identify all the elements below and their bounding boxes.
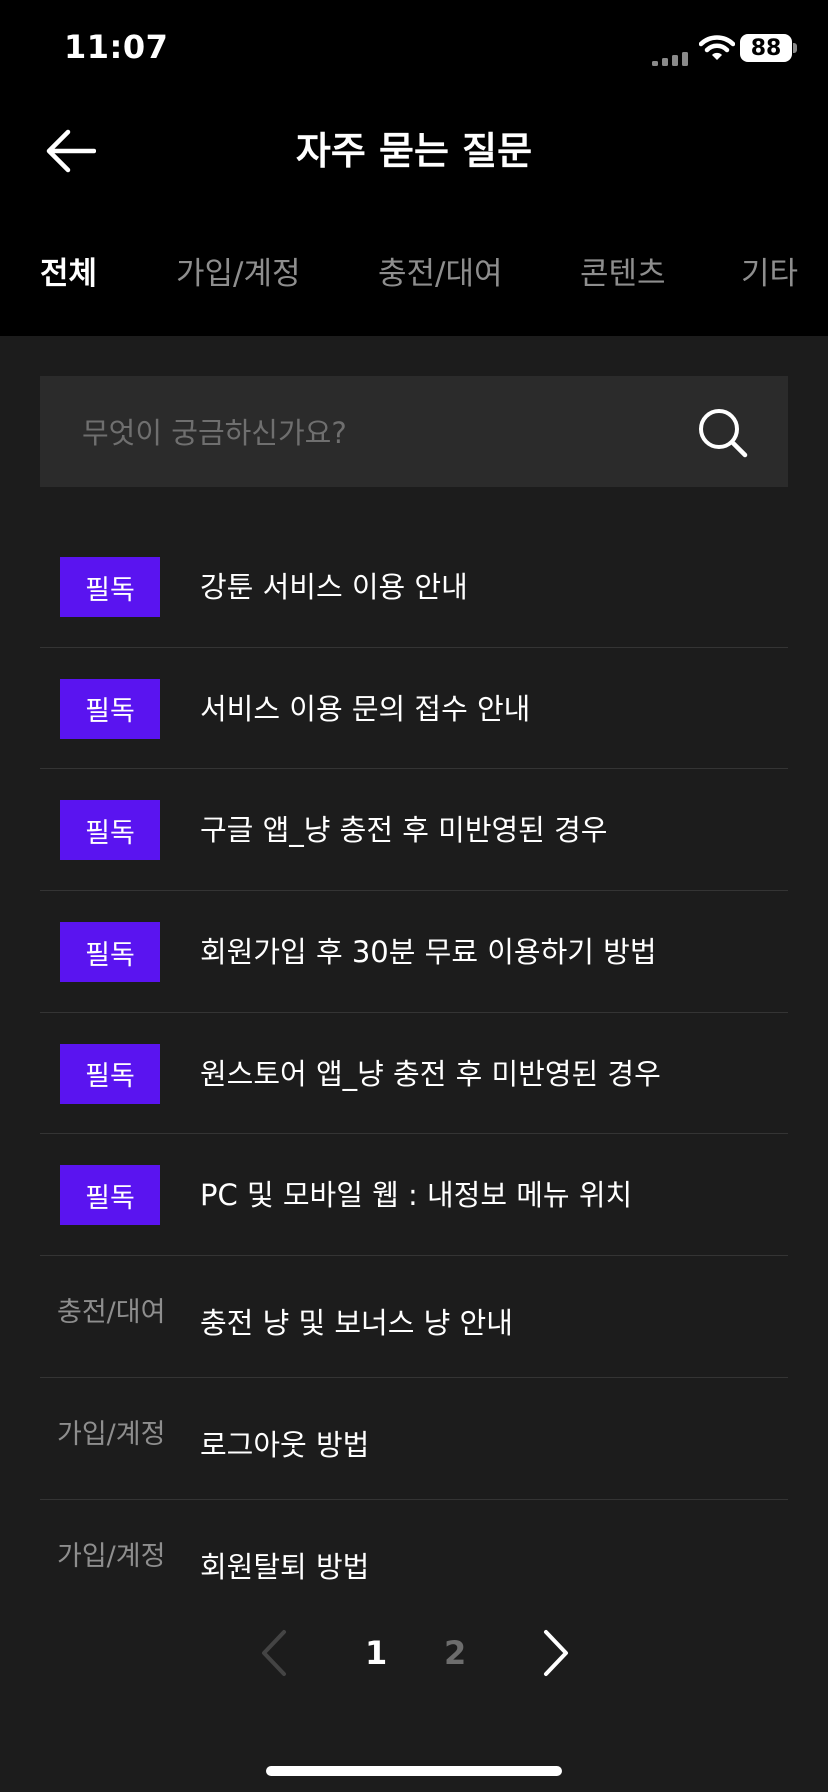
faq-item[interactable]: 가입/계정 로그아웃 방법: [40, 1378, 788, 1500]
faq-title: 로그아웃 방법: [200, 1427, 370, 1462]
page-2-button[interactable]: 2: [444, 1630, 466, 1676]
must-read-badge: 필독: [60, 1043, 160, 1104]
must-read-badge: 필독: [60, 557, 160, 617]
battery-tip: [793, 43, 797, 53]
page-1-button[interactable]: 1: [365, 1630, 387, 1676]
faq-title: PC 및 모바일 웹 : 내정보 메뉴 위치: [200, 1178, 633, 1213]
faq-item[interactable]: 필독 원스토어 앱_냥 충전 후 미반영된 경우: [40, 1013, 788, 1135]
tab-all[interactable]: 전체: [40, 248, 97, 300]
back-button[interactable]: [40, 124, 100, 178]
faq-item[interactable]: 필독 구글 앱_냥 충전 후 미반영된 경우: [40, 769, 788, 892]
tab-contents[interactable]: 콘텐츠: [580, 248, 666, 300]
faq-item[interactable]: 충전/대여 충전 냥 및 보너스 냥 안내: [40, 1256, 788, 1378]
faq-title: 구글 앱_냥 충전 후 미반영된 경우: [200, 813, 608, 848]
chevron-right-icon[interactable]: [536, 1628, 576, 1678]
must-read-badge: 필독: [60, 1165, 160, 1226]
faq-category: 가입/계정: [57, 1418, 166, 1450]
faq-list: 필독 강툰 서비스 이용 안내 필독 서비스 이용 문의 접수 안내 필독 구글…: [40, 526, 788, 1621]
search-icon[interactable]: [696, 406, 750, 460]
faq-item[interactable]: 필독 회원가입 후 30분 무료 이용하기 방법: [40, 891, 788, 1013]
must-read-badge: 필독: [60, 800, 160, 861]
home-indicator: [266, 1766, 562, 1776]
faq-item[interactable]: 필독 PC 및 모바일 웹 : 내정보 메뉴 위치: [40, 1134, 788, 1257]
faq-title: 강툰 서비스 이용 안내: [200, 570, 468, 604]
faq-title: 회원가입 후 30분 무료 이용하기 방법: [200, 935, 657, 970]
category-tabs: 전체 가입/계정 충전/대여 콘텐츠 기타: [0, 248, 828, 304]
faq-item[interactable]: 필독 서비스 이용 문의 접수 안내: [40, 648, 788, 770]
faq-title: 충전 냥 및 보너스 냥 안내: [200, 1306, 513, 1341]
status-time: 11:07: [64, 28, 169, 66]
must-read-badge: 필독: [60, 678, 160, 739]
faq-title: 원스토어 앱_냥 충전 후 미반영된 경우: [200, 1056, 661, 1091]
wifi-icon: [699, 35, 735, 60]
faq-item[interactable]: 필독 강툰 서비스 이용 안내: [40, 526, 788, 648]
faq-category: 충전/대여: [57, 1297, 166, 1329]
faq-title: 회원탈퇴 방법: [200, 1549, 370, 1584]
faq-title: 서비스 이용 문의 접수 안내: [200, 691, 531, 726]
chevron-left-icon: [262, 1630, 286, 1676]
battery-level: 88: [740, 34, 792, 62]
must-read-badge: 필독: [60, 922, 160, 983]
faq-item[interactable]: 가입/계정 회원탈퇴 방법: [40, 1500, 788, 1622]
faq-category: 가입/계정: [57, 1540, 166, 1572]
cellular-signal-icon: [652, 52, 688, 66]
tab-etc[interactable]: 기타: [741, 248, 798, 300]
arrow-left-icon: [46, 129, 96, 173]
search-input[interactable]: [80, 376, 704, 489]
page-title: 자주 묻는 질문: [295, 129, 533, 173]
tab-charge-rental[interactable]: 충전/대여: [378, 248, 503, 300]
top-bar: 11:07 88 자주 묻는 질문 전체 가입/계정 충전/대여 콘텐츠 기타: [0, 0, 828, 336]
search-box: [40, 376, 788, 489]
tab-signup-account[interactable]: 가입/계정: [176, 248, 301, 300]
